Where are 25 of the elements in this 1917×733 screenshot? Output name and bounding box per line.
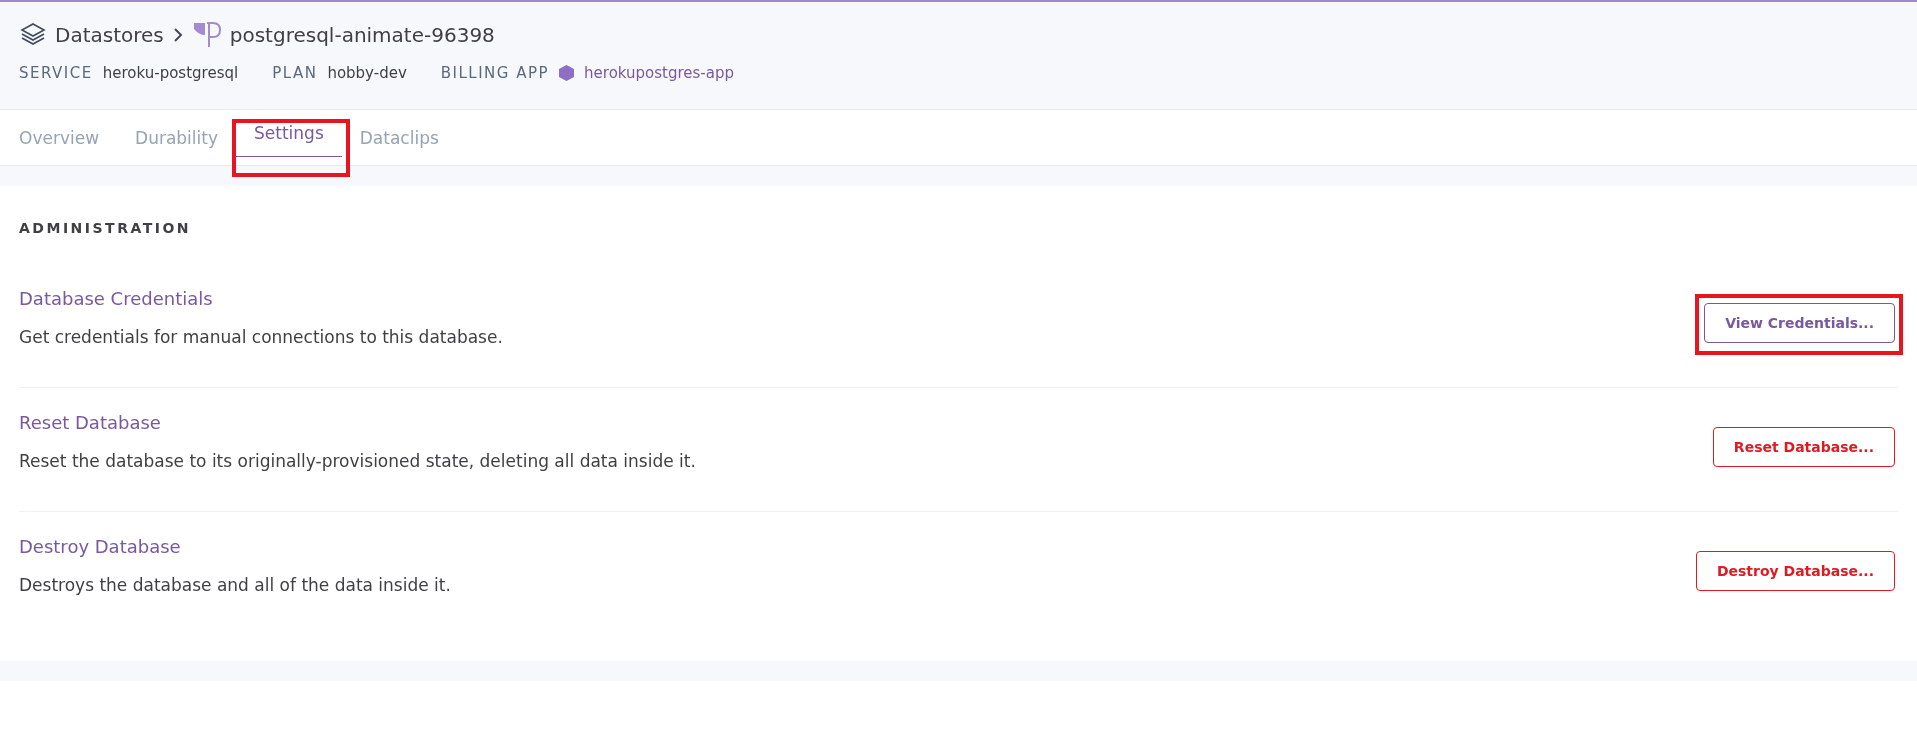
breadcrumb-link[interactable]: Datastores [55, 23, 164, 47]
setting-title: Reset Database [19, 412, 162, 433]
chevron-right-icon [171, 27, 184, 43]
setting-description: Get credentials for manual connections to this database. [19, 327, 503, 347]
hexagon-icon [559, 65, 575, 81]
action-button[interactable]: Reset Database... [1712, 426, 1895, 467]
app-link[interactable]: herokupostgres-app [584, 64, 735, 82]
setting-description: Destroys the database and all of the data inside it. [19, 575, 451, 595]
section-heading: ADMINISTRATION [19, 220, 193, 236]
meta-value: heroku-postgresql [102, 64, 239, 82]
meta-label: SERVICE [19, 64, 93, 82]
action-button[interactable]: Destroy Database... [1695, 550, 1895, 591]
datastore-name: postgresql-animate-96398 [229, 23, 495, 47]
tab[interactable]: Dataclips [341, 110, 457, 165]
meta-label: BILLING APP [440, 64, 550, 82]
setting-title: Destroy Database [19, 536, 182, 557]
setting-title: Database Credentials [19, 288, 214, 309]
tab[interactable]: Overview [19, 110, 118, 165]
meta-label: PLAN [272, 64, 318, 82]
tab[interactable]: Durability [117, 110, 236, 165]
database-logo-icon [191, 20, 222, 50]
meta-value: hobby-dev [327, 64, 407, 82]
action-button[interactable]: View Credentials... [1704, 302, 1895, 343]
tab[interactable]: Settings [236, 110, 342, 157]
setting-description: Reset the database to its originally-provisioned state, deleting all data inside it. [19, 451, 696, 471]
